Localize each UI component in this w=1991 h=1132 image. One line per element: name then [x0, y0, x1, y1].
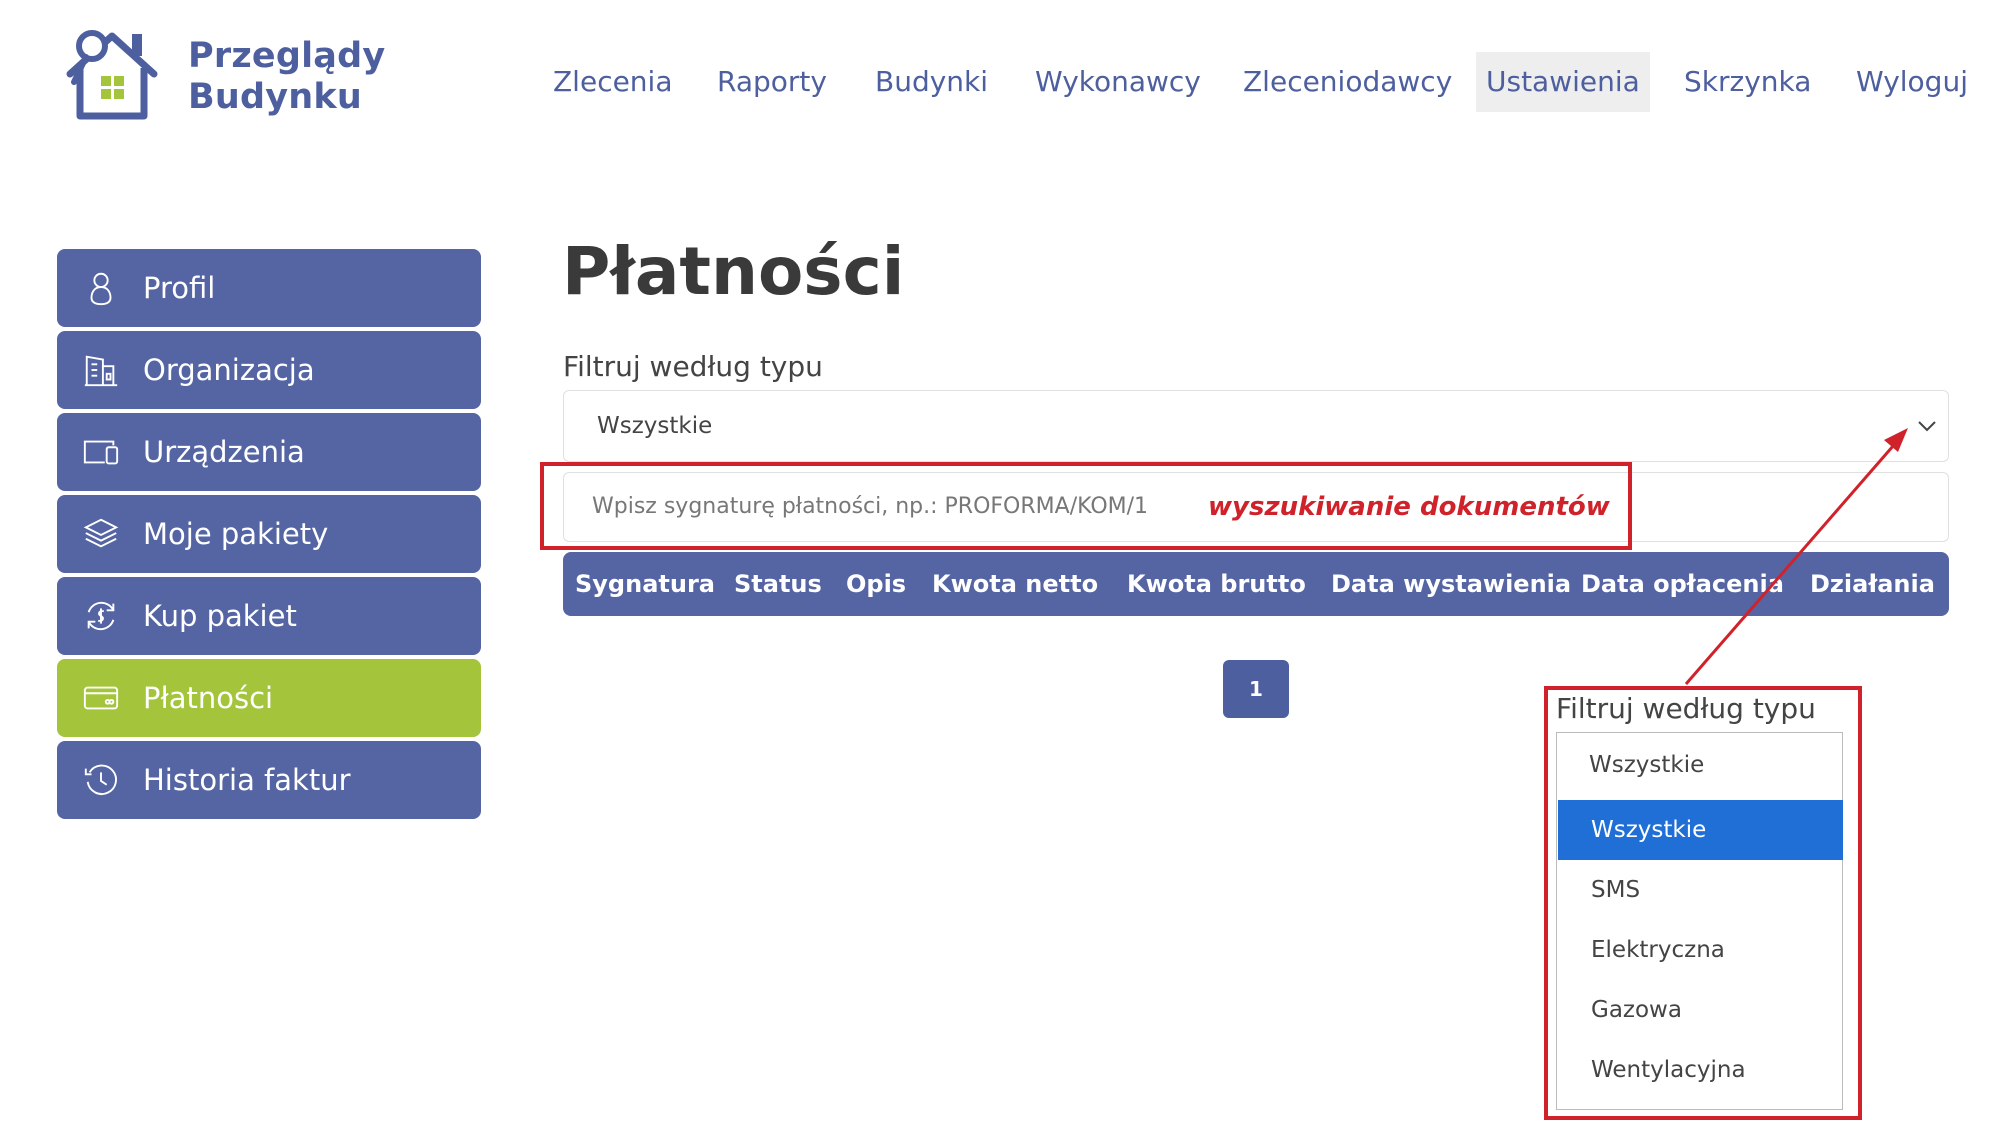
- nav-raporty[interactable]: Raporty: [717, 52, 827, 112]
- dropdown-current-value[interactable]: Wszystkie: [1589, 752, 1704, 778]
- sidebar-item-profil[interactable]: Profil: [57, 249, 481, 327]
- layers-icon: [81, 514, 121, 554]
- sidebar-item-label: Historia faktur: [143, 763, 351, 797]
- column-kwota-netto[interactable]: Kwota netto: [932, 552, 1098, 616]
- column-dzialania[interactable]: Działania: [1810, 552, 1935, 616]
- payments-table-header: Sygnatura Status Opis Kwota netto Kwota …: [563, 552, 1949, 616]
- sidebar-item-label: Płatności: [143, 681, 274, 715]
- page-title: Płatności: [562, 233, 905, 310]
- column-data-oplacenia[interactable]: Data opłacenia: [1581, 552, 1784, 616]
- building-icon: [81, 350, 121, 390]
- refresh-dollar-icon: [81, 596, 121, 636]
- dropdown-option[interactable]: Wentylacyjna: [1558, 1040, 1843, 1100]
- column-data-wystawienia[interactable]: Data wystawienia: [1331, 552, 1571, 616]
- nav-zleceniodawcy[interactable]: Zleceniodawcy: [1243, 52, 1452, 112]
- type-filter-select[interactable]: Wszystkie: [563, 390, 1949, 462]
- nav-skrzynka[interactable]: Skrzynka: [1684, 52, 1811, 112]
- sidebar-item-label: Urządzenia: [143, 435, 305, 469]
- chevron-down-icon: [1918, 421, 1936, 432]
- dropdown-option[interactable]: SMS: [1558, 860, 1843, 920]
- dropdown-option[interactable]: Gazowa: [1558, 980, 1843, 1040]
- dropdown-option[interactable]: Elektryczna: [1558, 920, 1843, 980]
- sidebar-item-kup-pakiet[interactable]: Kup pakiet: [57, 577, 481, 655]
- devices-icon: [81, 432, 121, 472]
- sidebar-item-moje-pakiety[interactable]: Moje pakiety: [57, 495, 481, 573]
- column-opis[interactable]: Opis: [846, 552, 906, 616]
- user-icon: [81, 268, 121, 308]
- pagination-page-button[interactable]: 1: [1223, 660, 1289, 718]
- history-icon: [81, 760, 121, 800]
- nav-budynki[interactable]: Budynki: [875, 52, 988, 112]
- top-navigation: Zlecenia Raporty Budynki Wykonawcy Zlece…: [0, 52, 1991, 112]
- sidebar-item-label: Profil: [143, 271, 216, 305]
- nav-zlecenia[interactable]: Zlecenia: [553, 52, 673, 112]
- column-sygnatura[interactable]: Sygnatura: [575, 552, 715, 616]
- sidebar-item-label: Organizacja: [143, 353, 315, 387]
- sidebar-item-label: Moje pakiety: [143, 517, 329, 551]
- column-kwota-brutto[interactable]: Kwota brutto: [1127, 552, 1306, 616]
- filter-label: Filtruj według typu: [563, 350, 823, 383]
- nav-wyloguj[interactable]: Wyloguj: [1856, 52, 1968, 112]
- sidebar-item-organizacja[interactable]: Organizacja: [57, 331, 481, 409]
- search-annotation: wyszukiwanie dokumentów: [1208, 492, 1610, 522]
- sidebar-item-platnosci[interactable]: Płatności: [57, 659, 481, 737]
- nav-wykonawcy[interactable]: Wykonawcy: [1035, 52, 1201, 112]
- callout-filter-label: Filtruj według typu: [1556, 692, 1816, 725]
- dropdown-option[interactable]: Wszystkie: [1558, 800, 1843, 860]
- sidebar-item-historia-faktur[interactable]: Historia faktur: [57, 741, 481, 819]
- nav-ustawienia[interactable]: Ustawienia: [1476, 52, 1650, 112]
- column-status[interactable]: Status: [734, 552, 822, 616]
- credit-card-icon: [81, 678, 121, 718]
- sidebar-item-label: Kup pakiet: [143, 599, 297, 633]
- sidebar-item-urzadzenia[interactable]: Urządzenia: [57, 413, 481, 491]
